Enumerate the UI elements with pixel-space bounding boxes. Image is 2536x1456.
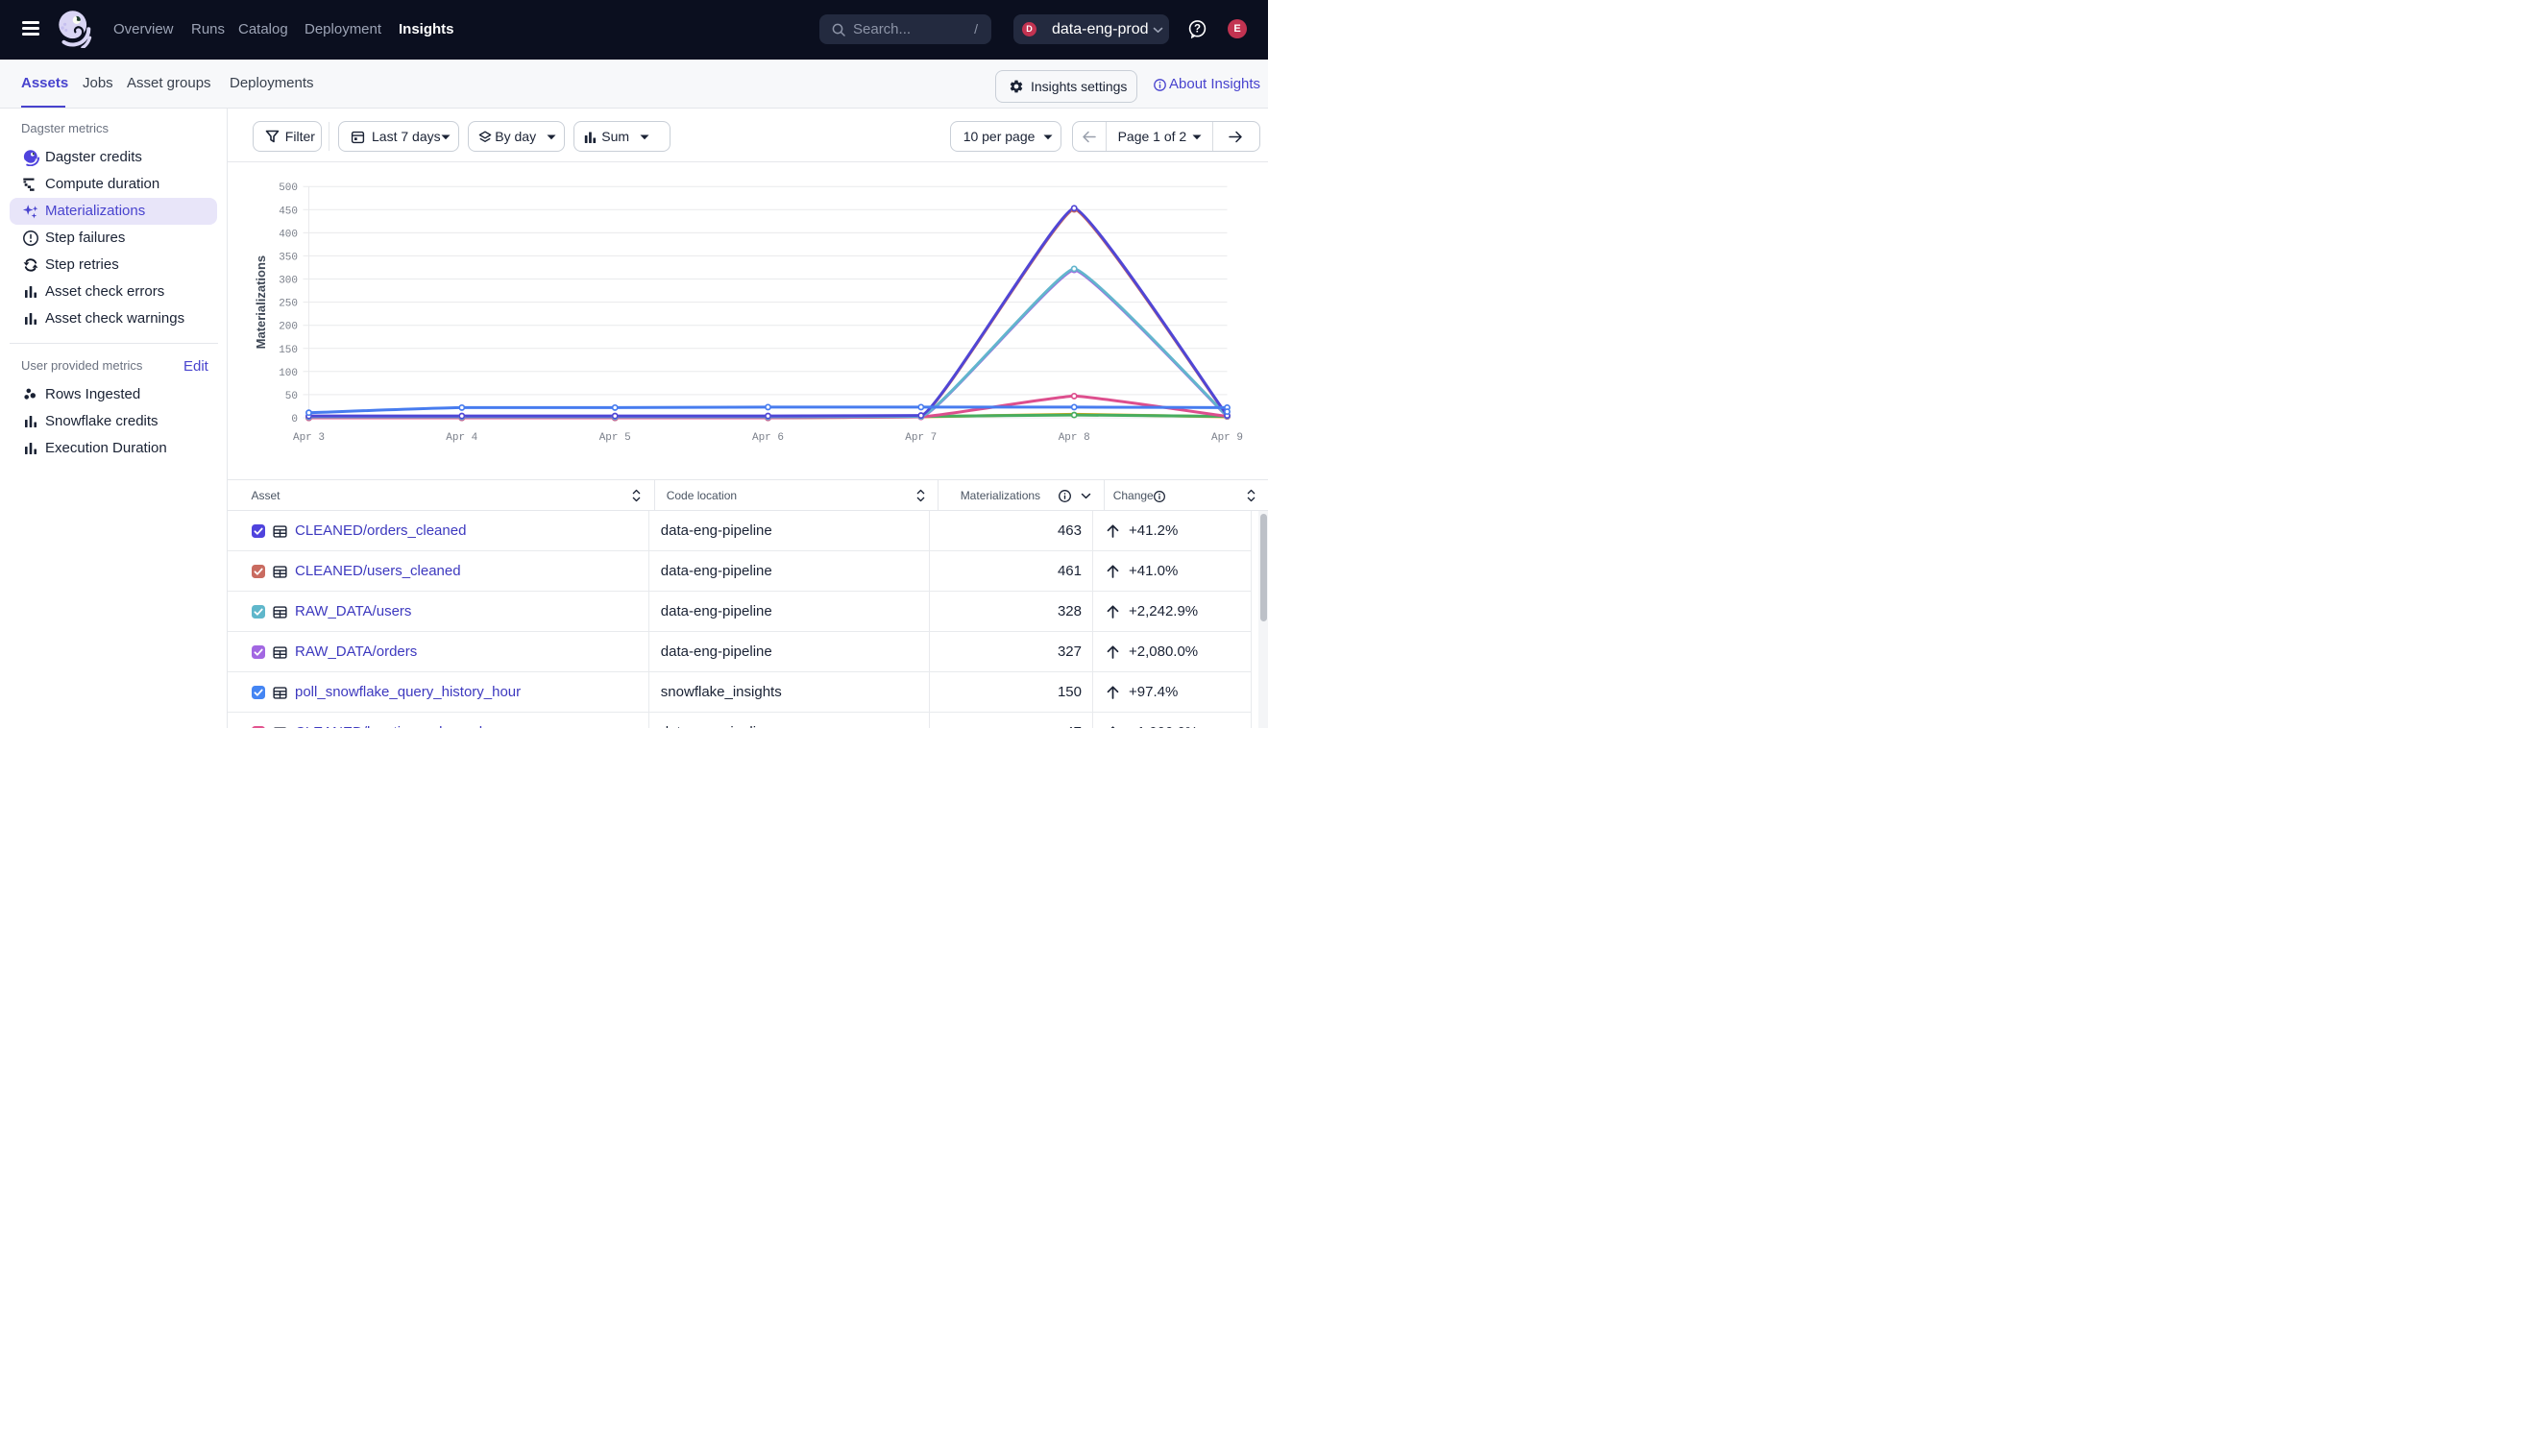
svg-text:Apr 4: Apr 4 [446, 432, 477, 444]
svg-text:Apr 6: Apr 6 [752, 432, 784, 444]
svg-text:350: 350 [279, 252, 298, 263]
svg-text:0: 0 [291, 414, 298, 425]
svg-text:Apr 7: Apr 7 [905, 432, 937, 444]
svg-text:Materializations: Materializations [254, 255, 268, 350]
svg-text:100: 100 [279, 368, 298, 379]
svg-text:?: ? [1194, 24, 1201, 36]
svg-text:150: 150 [279, 345, 298, 356]
svg-text:Apr 3: Apr 3 [293, 432, 325, 444]
svg-text:450: 450 [279, 206, 298, 217]
svg-text:500: 500 [279, 182, 298, 194]
svg-text:Apr 9: Apr 9 [1211, 432, 1243, 444]
svg-text:300: 300 [279, 276, 298, 287]
svg-text:200: 200 [279, 322, 298, 333]
svg-text:Apr 8: Apr 8 [1059, 432, 1090, 444]
svg-text:400: 400 [279, 229, 298, 240]
svg-text:250: 250 [279, 299, 298, 310]
svg-text:50: 50 [285, 391, 298, 402]
svg-text:Apr 5: Apr 5 [599, 432, 631, 444]
